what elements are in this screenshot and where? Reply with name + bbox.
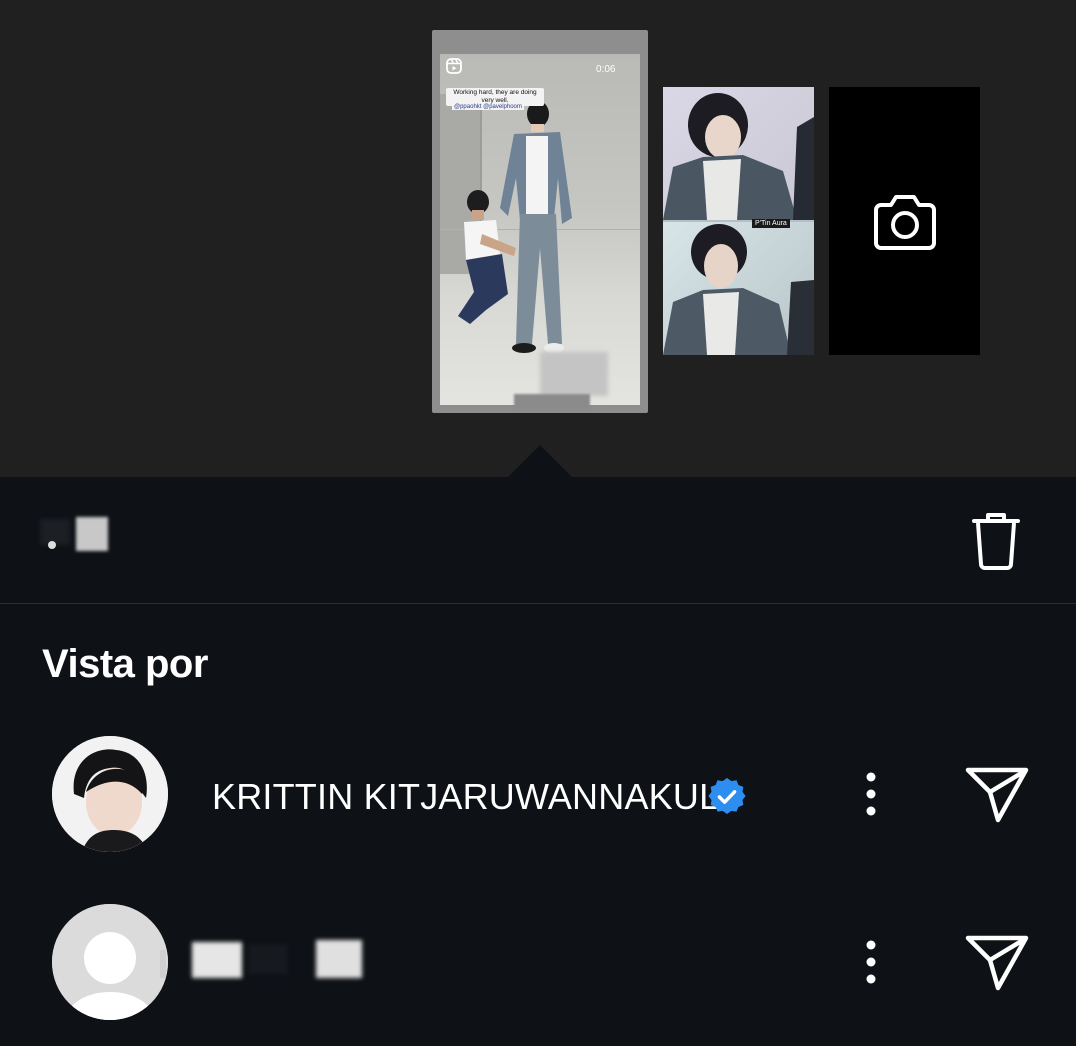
send-icon	[965, 767, 1029, 823]
redacted-sticker	[540, 352, 608, 396]
reel-icon	[446, 58, 462, 74]
avatar[interactable]	[52, 904, 168, 1020]
redacted-sticker	[514, 394, 590, 408]
story-tags: @ppaohkt @pavelphoom	[452, 104, 524, 110]
sheet-header	[0, 477, 1076, 603]
more-vertical-icon	[866, 772, 876, 816]
camera-icon	[873, 195, 936, 250]
more-vertical-icon	[866, 940, 876, 984]
redacted-view-count	[40, 515, 108, 551]
delete-story-button[interactable]	[968, 511, 1024, 571]
trash-icon	[972, 513, 1020, 570]
send-message-button[interactable]	[962, 764, 1032, 826]
viewer-name[interactable]: KRITTIN KITJARUWANNAKUL	[212, 776, 719, 818]
viewer-more-button[interactable]	[856, 938, 886, 988]
default-avatar-icon	[52, 904, 168, 1020]
story-thumbnail[interactable]	[663, 87, 814, 355]
avatar[interactable]	[52, 736, 168, 852]
story-duration: 0:06	[596, 64, 616, 75]
send-message-button[interactable]	[962, 932, 1032, 994]
verified-badge-icon	[708, 778, 746, 815]
viewer-more-button[interactable]	[856, 770, 886, 820]
story-photo-bottom	[663, 222, 814, 355]
divider	[0, 603, 1076, 604]
story-person-kneeling	[458, 190, 516, 324]
viewers-title: Vista por	[42, 642, 208, 686]
redacted-viewer-name	[160, 936, 372, 980]
selection-caret	[508, 445, 572, 477]
add-story-camera-tile[interactable]	[829, 87, 980, 355]
story-tag: P'Tin Aura	[752, 219, 790, 228]
send-icon	[965, 935, 1029, 991]
story-photo-top	[663, 87, 814, 220]
